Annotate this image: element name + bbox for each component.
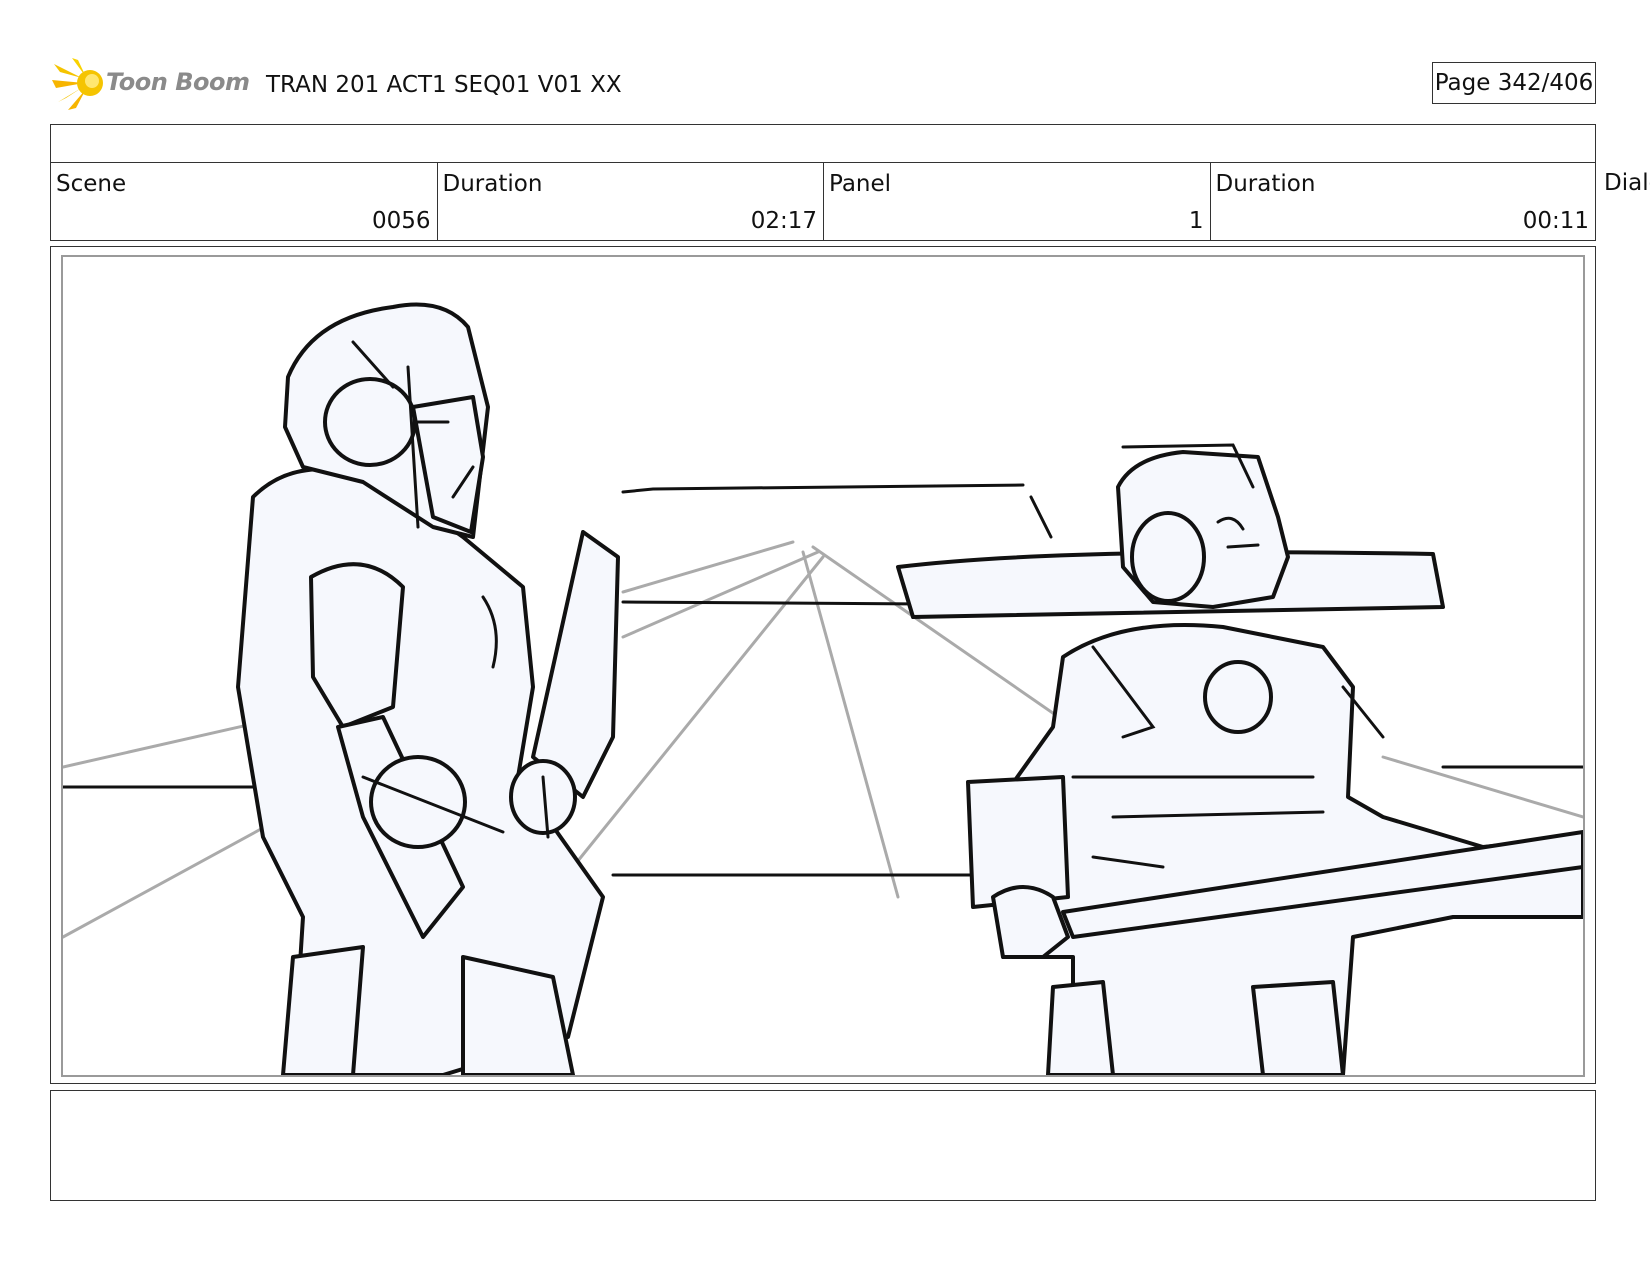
storyboard-sketch-icon	[63, 302, 1583, 1075]
scene-label: Scene	[56, 171, 127, 197]
scene-duration-cell: Duration 02:17	[438, 163, 824, 240]
storyboard-panel-image	[61, 255, 1585, 1077]
header-strip	[50, 124, 1596, 163]
panel-duration-label: Duration	[1215, 171, 1316, 197]
scene-cell: Scene 0056	[51, 163, 438, 240]
scene-duration-value: 02:17	[750, 208, 817, 234]
scene-value: 0056	[371, 208, 431, 234]
panel-cell: Panel 1	[824, 163, 1211, 240]
toon-boom-logo: Toon Boom	[52, 56, 252, 112]
scene-info-row: Scene 0056 Duration 02:17 Panel 1 Durati…	[50, 162, 1596, 241]
document-title: TRAN 201 ACT1 SEQ01 V01 XX	[266, 72, 622, 98]
panel-value: 1	[1188, 208, 1204, 234]
logo-text: Toon Boom	[106, 68, 250, 96]
page-indicator: Page 342/406	[1432, 62, 1596, 104]
panel-duration-value: 00:11	[1522, 208, 1589, 234]
dialog-label: Dialog	[1604, 170, 1650, 196]
panel-duration-cell: Duration 00:11	[1211, 163, 1596, 240]
logo-burst-icon	[52, 58, 103, 110]
panel-label: Panel	[829, 171, 892, 197]
panel-notes-box	[50, 1090, 1596, 1201]
scene-duration-label: Duration	[442, 171, 543, 197]
